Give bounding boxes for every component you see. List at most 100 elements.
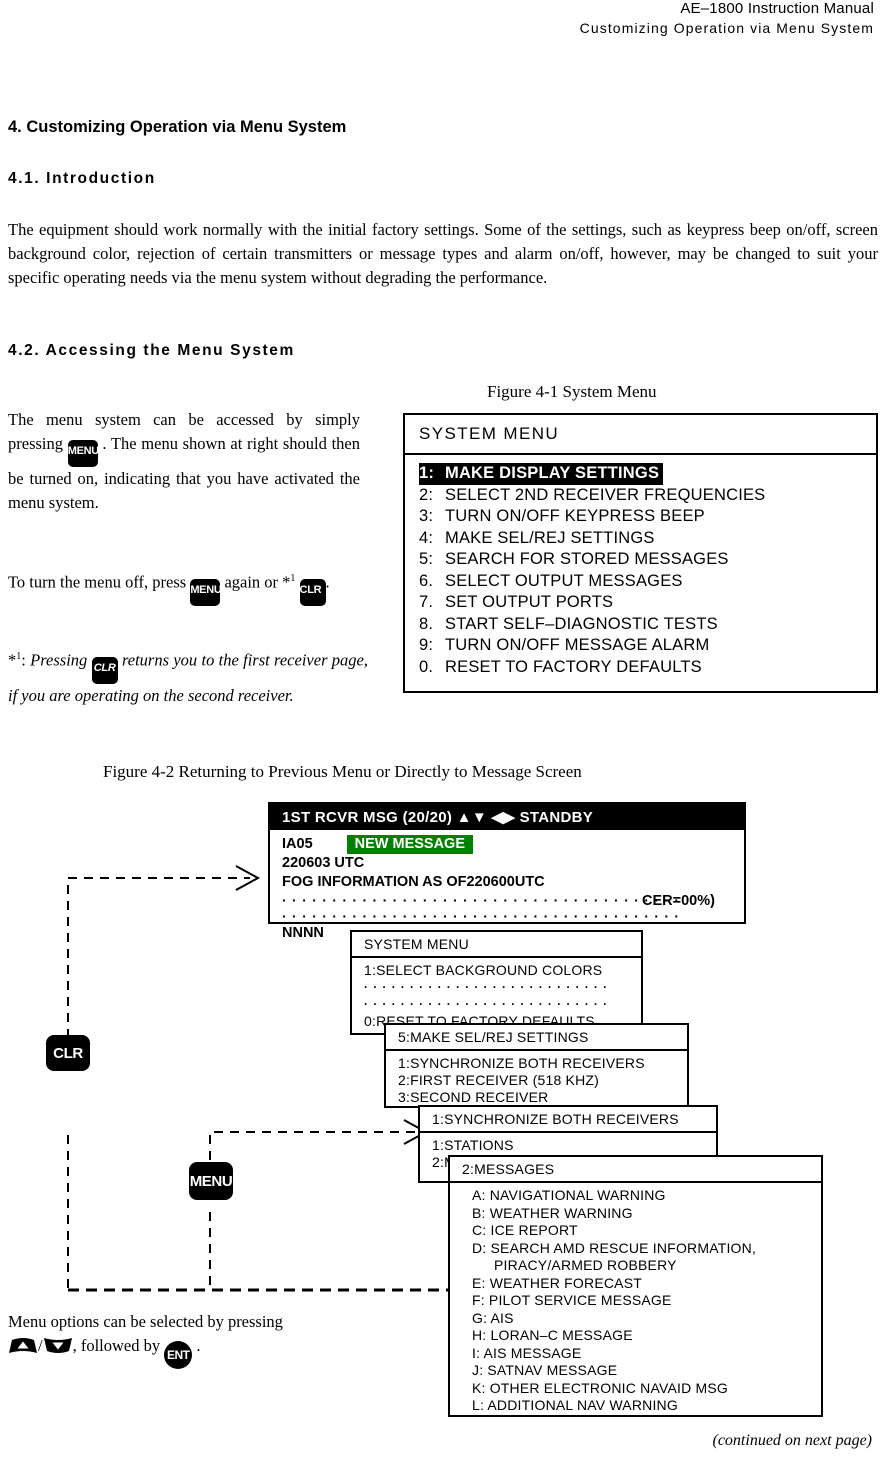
menu-level-1-dots-1: ···························: [364, 980, 613, 994]
footnote-text-a: Pressing: [30, 650, 88, 670]
message-type-b[interactable]: B: WEATHER WARNING: [472, 1205, 821, 1223]
item-label: MAKE SEL/REJ SETTINGS: [445, 528, 655, 547]
menu-access-paragraph: The menu system can be accessed by simpl…: [8, 408, 360, 515]
menu-key-icon[interactable]: MENU: [67, 440, 99, 467]
system-menu-item-5[interactable]: 5: SEARCH FOR STORED MESSAGES: [419, 549, 876, 571]
system-menu-item-3[interactable]: 3: TURN ON/OFF KEYPRESS BEEP: [419, 506, 876, 528]
item-number: 9:: [419, 636, 434, 654]
system-menu-list: 1: MAKE DISPLAY SETTINGS 2: SELECT 2ND REC…: [405, 455, 876, 688]
message-status-bar: 1ST RCVR MSG (20/20) ▲▼ ◀▶ STANDBY: [270, 804, 744, 830]
menu-selection-text-c: .: [196, 1336, 201, 1355]
item-number: 4:: [419, 528, 434, 547]
system-menu-item-9[interactable]: 9: TURN ON/OFF MESSAGE ALARM: [419, 635, 876, 657]
system-menu-item-1[interactable]: 1: MAKE DISPLAY SETTINGS: [419, 463, 664, 485]
intro-paragraph: The equipment should work normally with …: [8, 220, 878, 287]
figure-4-1-caption: Figure 4-1 System Menu: [487, 382, 657, 401]
message-type-c[interactable]: C: ICE REPORT: [472, 1222, 821, 1240]
item-number: 3:: [419, 507, 434, 525]
message-type-f[interactable]: F: PILOT SERVICE MESSAGE: [472, 1292, 821, 1310]
menu-level-2-body: 1:SYNCHRONIZE BOTH RECEIVERS 2:FIRST REC…: [386, 1051, 687, 1110]
arrow-up-key-icon[interactable]: [8, 1336, 38, 1355]
message-type-k[interactable]: K: OTHER ELECTRONIC NAVAID MSG: [472, 1380, 821, 1398]
item-number: 6.: [419, 571, 434, 590]
system-menu-item-0[interactable]: 0. RESET TO FACTORY DEFAULTS: [419, 657, 876, 679]
message-type-i[interactable]: I: AIS MESSAGE: [472, 1345, 821, 1363]
menu-level-1-dots-2: ···························: [364, 997, 613, 1011]
figure-4-2-caption: Figure 4-2 Returning to Previous Menu or…: [103, 762, 582, 781]
menu-selection-paragraph: Menu options can be selected by pressing…: [8, 1310, 448, 1369]
item-label: START SELF–DIAGNOSTIC TESTS: [445, 614, 718, 633]
message-subject: FOG INFORMATION AS OF220600UTC: [282, 874, 545, 890]
menu-off-paragraph: To turn the menu off, press MENU again o…: [8, 567, 360, 606]
menu-level-1-item-1[interactable]: 1:SELECT BACKGROUND COLORS: [364, 962, 641, 979]
footnote-paragraph: *1: Pressing CLR returns you to the firs…: [8, 645, 368, 708]
message-screen: 1ST RCVR MSG (20/20) ▲▼ ◀▶ STANDBY IA05 N…: [268, 802, 746, 941]
item-number: 0.: [419, 657, 434, 676]
system-menu-item-2[interactable]: 2: SELECT 2ND RECEIVER FREQUENCIES: [419, 485, 876, 507]
menu-level-4-messages: 2:MESSAGES A: NAVIGATIONAL WARNING B: WE…: [448, 1155, 823, 1417]
clr-key-icon[interactable]: CLR: [46, 1035, 90, 1071]
system-menu-item-4[interactable]: 4: MAKE SEL/REJ SETTINGS: [419, 528, 876, 550]
menu-level-4-title: 2:MESSAGES: [450, 1157, 821, 1183]
menu-level-2-sel-rej: 5:MAKE SEL/REJ SETTINGS 1:SYNCHRONIZE BO…: [384, 1023, 689, 1108]
message-type-d-cont: PIRACY/ARMED ROBBERY: [494, 1257, 677, 1273]
item-label: RESET TO FACTORY DEFAULTS: [445, 657, 702, 676]
clr-key-icon[interactable]: CLR: [91, 656, 118, 684]
item-label: SEARCH FOR STORED MESSAGES: [445, 550, 729, 568]
system-menu-item-8[interactable]: 8. START SELF–DIAGNOSTIC TESTS: [419, 614, 876, 636]
footnote-colon: :: [21, 650, 26, 670]
arrow-down-key-icon[interactable]: [43, 1336, 73, 1355]
system-menu-item-7[interactable]: 7. SET OUTPUT PORTS: [419, 592, 876, 614]
continued-footer: (continued on next page): [712, 1432, 873, 1449]
ent-key-icon[interactable]: ENT: [164, 1341, 193, 1369]
menu-level-1-title: SYSTEM MENU: [352, 932, 641, 958]
message-timestamp: 220603 UTC: [282, 855, 365, 871]
menu-level-2-title: 5:MAKE SEL/REJ SETTINGS: [386, 1025, 687, 1051]
message-type-j[interactable]: J: SATNAV MESSAGE: [472, 1362, 821, 1380]
item-number: 8.: [419, 614, 434, 633]
message-type-a[interactable]: A: NAVIGATIONAL WARNING: [472, 1187, 821, 1205]
item-label: MAKE DISPLAY SETTINGS: [445, 464, 660, 482]
menu-selection-text-b: , followed by: [72, 1336, 161, 1355]
item-label: TURN ON/OFF MESSAGE ALARM: [445, 636, 710, 654]
menu-level-3-title: 1:SYNCHRONIZE BOTH RECEIVERS: [420, 1107, 716, 1133]
item-label: TURN ON/OFF KEYPRESS BEEP: [445, 507, 705, 525]
menu-off-text-b: again or *: [224, 572, 291, 592]
message-id-row: IA05 NEW MESSAGE: [282, 835, 744, 854]
menu-level-3-item-1[interactable]: 1:STATIONS: [432, 1137, 716, 1154]
item-label: SELECT OUTPUT MESSAGES: [445, 571, 683, 590]
menu-level-2-item-3[interactable]: 3:SECOND RECEIVER: [398, 1089, 687, 1106]
menu-level-4-body: A: NAVIGATIONAL WARNING B: WEATHER WARNI…: [450, 1183, 821, 1419]
item-number: 1:: [419, 464, 435, 482]
menu-level-2-item-1[interactable]: 1:SYNCHRONIZE BOTH RECEIVERS: [398, 1055, 687, 1072]
subsection-heading-4-1: 4.1. Introduction: [8, 170, 156, 187]
manual-subtitle: Customizing Operation via Menu System: [579, 20, 874, 36]
item-number: 5:: [419, 550, 434, 568]
menu-off-text-c: .: [325, 572, 330, 592]
message-type-g[interactable]: G: AIS: [472, 1310, 821, 1328]
menu-off-text-a: To turn the menu off, press: [8, 572, 187, 592]
new-message-badge: NEW MESSAGE: [346, 835, 474, 854]
message-type-h[interactable]: H: LORAN–C MESSAGE: [472, 1327, 821, 1345]
item-label: SELECT 2ND RECEIVER FREQUENCIES: [445, 485, 766, 504]
system-menu-figure: SYSTEM MENU 1: MAKE DISPLAY SETTINGS 2: SE…: [403, 413, 878, 693]
menu-level-2-item-2[interactable]: 2:FIRST RECEIVER (518 KHZ): [398, 1072, 687, 1089]
message-type-l[interactable]: L: ADDITIONAL NAV WARNING: [472, 1397, 821, 1415]
menu-selection-text-a: Menu options can be selected by pressing: [8, 1312, 283, 1331]
manual-title: AE–1800 Instruction Manual: [680, 0, 874, 17]
menu-level-1-system-menu: SYSTEM MENU 1:SELECT BACKGROUND COLORS ·…: [350, 930, 643, 1035]
item-number: 7.: [419, 593, 434, 611]
system-menu-item-6[interactable]: 6. SELECT OUTPUT MESSAGES: [419, 571, 876, 593]
menu-key-icon[interactable]: MENU: [190, 578, 222, 606]
footnote-mark: *: [8, 650, 17, 670]
message-type-e[interactable]: E: WEATHER FORECAST: [472, 1275, 821, 1293]
menu-key-icon[interactable]: MENU: [189, 1162, 233, 1200]
clr-key-icon[interactable]: CLR: [299, 578, 326, 606]
message-type-d[interactable]: D: SEARCH AMD RESCUE INFORMATION,: [472, 1240, 821, 1258]
message-cer-value: CER=00%): [642, 893, 715, 909]
item-number: 2:: [419, 485, 434, 504]
system-menu-title: SYSTEM MENU: [405, 415, 876, 455]
section-heading: 4. Customizing Operation via Menu System: [8, 118, 347, 136]
subsection-heading-4-2: 4.2. Accessing the Menu System: [8, 342, 295, 359]
message-id: IA05: [282, 836, 313, 852]
